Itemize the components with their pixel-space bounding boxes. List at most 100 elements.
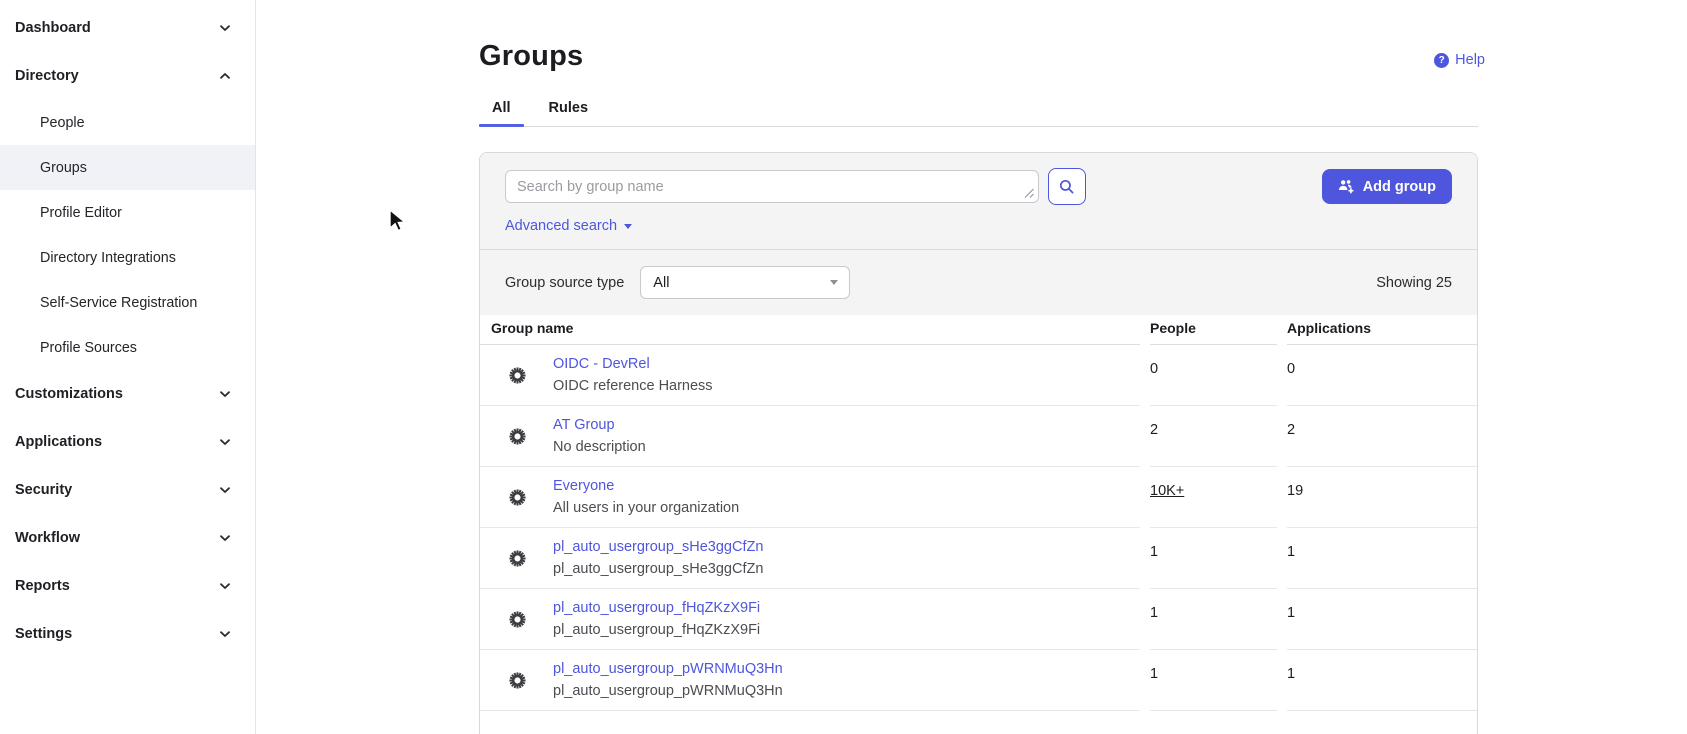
sidebar-item-label: Customizations [15, 386, 123, 402]
group-name-link[interactable]: AT Group [553, 417, 646, 433]
groups-panel: Search by group name [479, 152, 1478, 734]
group-cell: AT Group No description [480, 406, 1140, 467]
add-group-button[interactable]: Add group [1322, 169, 1452, 204]
sidebar-item-directory[interactable]: Directory [0, 52, 255, 100]
group-description: pl_auto_usergroup_pWRNMuQ3Hn [553, 683, 783, 699]
group-icon [506, 608, 529, 631]
search-placeholder: Search by group name [517, 179, 664, 195]
applications-count: 1 [1287, 589, 1477, 650]
sidebar-item-workflow[interactable]: Workflow [0, 514, 255, 562]
table-row: pl_auto_usergroup_sHe3ggCfZn pl_auto_use… [480, 528, 1477, 589]
group-description: OIDC reference Harness [553, 378, 713, 394]
tab-bar: All Rules [479, 100, 1478, 127]
chevron-down-icon [217, 20, 233, 36]
sidebar: Dashboard Directory People Groups Profil… [0, 0, 256, 734]
people-count: 0 [1150, 345, 1277, 406]
page-title: Groups [479, 40, 1478, 73]
sidebar-item-groups[interactable]: Groups [0, 145, 255, 190]
caret-down-icon [624, 224, 632, 229]
sidebar-item-security[interactable]: Security [0, 466, 255, 514]
group-cell: pl_auto_usergroup_pWRNMuQ3Hn pl_auto_use… [480, 650, 1140, 711]
advanced-search-link[interactable]: Advanced search [505, 218, 632, 234]
chevron-down-icon [217, 482, 233, 498]
chevron-down-icon [217, 530, 233, 546]
applications-count: 1 [1287, 650, 1477, 711]
group-name-link[interactable]: Everyone [553, 478, 739, 494]
add-group-icon [1338, 179, 1355, 194]
search-icon [1058, 178, 1076, 196]
group-cell: pl_auto_usergroup_sHe3ggCfZn pl_auto_use… [480, 528, 1140, 589]
sidebar-item-label: Dashboard [15, 20, 91, 36]
sidebar-item-directory-integrations[interactable]: Directory Integrations [0, 235, 255, 280]
tab-all[interactable]: All [479, 100, 524, 126]
sidebar-item-settings[interactable]: Settings [0, 610, 255, 658]
help-label: Help [1455, 52, 1485, 68]
add-group-label: Add group [1363, 179, 1436, 195]
applications-count: 0 [1287, 345, 1477, 406]
group-icon [506, 547, 529, 570]
group-description: pl_auto_usergroup_fHqZKzX9Fi [553, 622, 760, 638]
people-count: 1 [1150, 528, 1277, 589]
group-description: All users in your organization [553, 500, 739, 516]
table-header: Group name People Applications [480, 315, 1477, 345]
sidebar-item-label: Workflow [15, 530, 80, 546]
resize-handle-icon[interactable] [1022, 186, 1035, 199]
sidebar-item-label: Applications [15, 434, 102, 450]
help-icon: ? [1434, 53, 1449, 68]
advanced-search-label: Advanced search [505, 218, 617, 234]
group-name-link[interactable]: pl_auto_usergroup_sHe3ggCfZn [553, 539, 763, 555]
group-cell: OIDC - DevRel OIDC reference Harness [480, 345, 1140, 406]
table-row: pl_auto_usergroup_fHqZKzX9Fi pl_auto_use… [480, 589, 1477, 650]
sidebar-item-applications[interactable]: Applications [0, 418, 255, 466]
search-panel: Search by group name [480, 153, 1477, 249]
group-icon [506, 364, 529, 387]
tab-rules[interactable]: Rules [536, 100, 602, 126]
main-content: Groups ? Help All Rules Search by group … [256, 0, 1687, 734]
people-count: 1 [1150, 650, 1277, 711]
people-count-link[interactable]: 10K+ [1150, 483, 1184, 499]
group-source-type-label: Group source type [505, 275, 624, 291]
help-link[interactable]: ? Help [1434, 52, 1485, 68]
group-cell: Everyone All users in your organization [480, 467, 1140, 528]
chevron-down-icon [217, 386, 233, 402]
applications-count: 1 [1287, 528, 1477, 589]
group-source-type-select[interactable]: All [640, 266, 850, 299]
group-description: pl_auto_usergroup_sHe3ggCfZn [553, 561, 763, 577]
people-count: 1 [1150, 589, 1277, 650]
group-description: No description [553, 439, 646, 455]
caret-down-icon [830, 280, 838, 285]
sidebar-item-people[interactable]: People [0, 100, 255, 145]
chevron-down-icon [217, 578, 233, 594]
chevron-down-icon [217, 434, 233, 450]
table-row: AT Group No description 2 2 [480, 406, 1477, 467]
group-icon [506, 425, 529, 448]
group-name-link[interactable]: OIDC - DevRel [553, 356, 713, 372]
col-applications: Applications [1287, 315, 1477, 345]
filter-bar: Group source type All Showing 25 [480, 249, 1477, 315]
sidebar-item-label: Directory [15, 68, 79, 84]
group-cell: pl_auto_usergroup_fHqZKzX9Fi pl_auto_use… [480, 589, 1140, 650]
search-input[interactable]: Search by group name [505, 170, 1039, 203]
col-people: People [1150, 315, 1277, 345]
applications-count: 2 [1287, 406, 1477, 467]
applications-count: 19 [1287, 467, 1477, 528]
people-count: 2 [1150, 406, 1277, 467]
group-icon [506, 486, 529, 509]
sidebar-item-self-service-registration[interactable]: Self-Service Registration [0, 280, 255, 325]
table-row: OIDC - DevRel OIDC reference Harness 0 0 [480, 345, 1477, 406]
search-button[interactable] [1048, 168, 1086, 205]
page-header: Groups ? Help [479, 0, 1478, 73]
table-row: pl_auto_usergroup_pWRNMuQ3Hn pl_auto_use… [480, 650, 1477, 711]
group-name-link[interactable]: pl_auto_usergroup_pWRNMuQ3Hn [553, 661, 783, 677]
sidebar-item-dashboard[interactable]: Dashboard [0, 4, 255, 52]
sidebar-item-label: Security [15, 482, 72, 498]
sidebar-item-profile-editor[interactable]: Profile Editor [0, 190, 255, 235]
sidebar-item-reports[interactable]: Reports [0, 562, 255, 610]
group-icon [506, 669, 529, 692]
sidebar-item-profile-sources[interactable]: Profile Sources [0, 325, 255, 370]
group-name-link[interactable]: pl_auto_usergroup_fHqZKzX9Fi [553, 600, 760, 616]
directory-submenu: People Groups Profile Editor Directory I… [0, 100, 255, 370]
col-group-name: Group name [480, 315, 1140, 345]
sidebar-item-label: Reports [15, 578, 70, 594]
sidebar-item-customizations[interactable]: Customizations [0, 370, 255, 418]
